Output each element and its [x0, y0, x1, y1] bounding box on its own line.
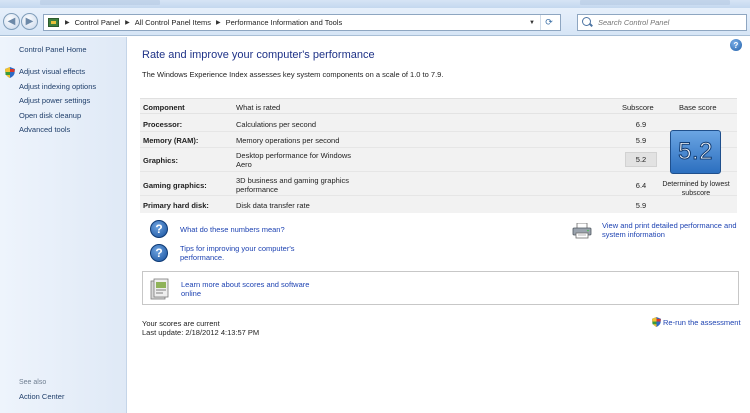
search-icon: [582, 17, 591, 26]
row-component: Processor:: [143, 120, 183, 129]
wei-score-table: Component What is rated Subscore Base sc…: [140, 98, 737, 213]
base-score-badge: 5.2: [670, 130, 721, 174]
intro-text: The Windows Experience Index assesses ke…: [142, 70, 444, 79]
adjust-power-settings-link[interactable]: Adjust power settings: [19, 96, 90, 105]
title-bar: [0, 0, 750, 8]
adjust-visual-effects-link[interactable]: Adjust visual effects: [19, 67, 85, 76]
address-bar[interactable]: ▶ Control Panel ▶ All Control Panel Item…: [43, 14, 561, 31]
printer-icon: [572, 223, 592, 239]
help-icon[interactable]: ?: [730, 39, 742, 51]
header-what-is-rated: What is rated: [236, 103, 281, 112]
main-content: ? Rate and improve your computer's perfo…: [128, 37, 750, 413]
row-divider: [140, 195, 737, 196]
back-button[interactable]: ◀: [3, 13, 20, 30]
action-center-link[interactable]: Action Center: [19, 392, 64, 401]
row-divider: [140, 147, 737, 148]
header-component: Component: [143, 103, 185, 112]
row-component: Gaming graphics:: [143, 181, 207, 190]
address-dropdown-icon[interactable]: ▼: [526, 15, 538, 30]
uac-shield-icon: [652, 317, 661, 327]
control-panel-icon: [48, 18, 59, 27]
header-base-score: Base score: [679, 103, 717, 112]
breadcrumb-control-panel[interactable]: Control Panel: [75, 18, 120, 27]
row-component: Memory (RAM):: [143, 136, 199, 145]
rerun-assessment-button[interactable]: Re-run the assessment: [652, 317, 741, 327]
refresh-icon[interactable]: ⟳: [540, 15, 557, 30]
status-current: Your scores are current: [142, 319, 220, 328]
row-divider: [140, 171, 737, 172]
forward-button[interactable]: ▶: [21, 13, 38, 30]
software-box-icon: [150, 278, 169, 300]
row-component: Graphics:: [143, 156, 179, 165]
row-subscore: 5.9: [635, 136, 647, 145]
search-box[interactable]: [577, 14, 747, 31]
what-numbers-mean-link[interactable]: What do these numbers mean?: [180, 225, 285, 234]
row-subscore: 6.9: [635, 120, 647, 129]
breadcrumb-all-items[interactable]: All Control Panel Items: [135, 18, 211, 27]
advanced-tools-link[interactable]: Advanced tools: [19, 125, 70, 134]
base-score-caption: Determined by lowest subscore: [662, 181, 730, 197]
learn-more-online-link[interactable]: Learn more about scores and software onl…: [181, 280, 321, 298]
breadcrumb-separator-icon: ▶: [65, 20, 70, 26]
row-subscore: 5.9: [635, 201, 647, 210]
question-mark-icon: ?: [150, 244, 168, 262]
row-divider: [140, 131, 737, 132]
breadcrumb-separator-icon[interactable]: ▶: [216, 19, 221, 26]
row-subscore-lowest: 5.2: [625, 152, 657, 167]
base-score-value: 5.2: [678, 138, 713, 166]
view-print-details-link[interactable]: View and print detailed performance and …: [602, 221, 742, 239]
row-what-is-rated: 3D business and gaming graphics performa…: [236, 176, 349, 194]
question-mark-icon: ?: [150, 220, 168, 238]
header-divider: [140, 113, 737, 114]
row-what-is-rated: Calculations per second: [236, 120, 317, 129]
left-pane: Control Panel Home Adjust visual effects…: [0, 37, 127, 413]
back-arrow-icon: ◀: [7, 15, 16, 27]
breadcrumb-performance[interactable]: Performance Information and Tools: [226, 18, 343, 27]
address-toolbar: ◀ ▶ ▶ Control Panel ▶ All Control Panel …: [0, 8, 750, 36]
rerun-assessment-label[interactable]: Re-run the assessment: [663, 318, 741, 327]
status-last-update: Last update: 2/18/2012 4:13:57 PM: [142, 328, 260, 337]
uac-shield-icon: [5, 67, 15, 78]
row-what-is-rated: Desktop performance for Windows Aero: [236, 151, 352, 169]
breadcrumb-separator-icon[interactable]: ▶: [125, 19, 130, 26]
forward-arrow-icon: ▶: [25, 15, 34, 27]
tips-improving-link[interactable]: Tips for improving your computer's perfo…: [180, 244, 320, 262]
open-disk-cleanup-link[interactable]: Open disk cleanup: [19, 111, 81, 120]
see-also-label: See also: [19, 379, 47, 386]
control-panel-home-link[interactable]: Control Panel Home: [19, 45, 87, 54]
row-subscore: 6.4: [635, 181, 647, 190]
header-subscore: Subscore: [622, 103, 654, 112]
learn-more-panel: Learn more about scores and software onl…: [142, 271, 739, 305]
row-what-is-rated: Memory operations per second: [236, 136, 340, 145]
row-what-is-rated: Disk data transfer rate: [236, 201, 310, 210]
row-component: Primary hard disk:: [143, 201, 209, 210]
page-title: Rate and improve your computer's perform…: [142, 49, 375, 61]
adjust-indexing-options-link[interactable]: Adjust indexing options: [19, 82, 96, 91]
search-input[interactable]: [578, 15, 728, 30]
